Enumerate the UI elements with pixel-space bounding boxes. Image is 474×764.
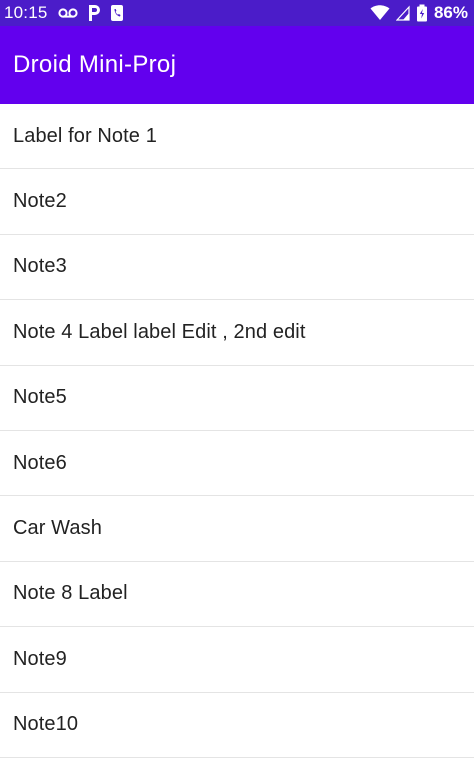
note-item[interactable]: Note10 xyxy=(0,692,474,758)
battery-percent: 86% xyxy=(433,3,468,22)
note-item[interactable]: Note2 xyxy=(0,169,474,235)
note-label: Label for Note 1 xyxy=(13,124,157,147)
note-item[interactable]: Note9 xyxy=(0,627,474,693)
phone-icon xyxy=(110,4,124,22)
note-label: Note3 xyxy=(13,255,67,278)
note-label: Note9 xyxy=(13,647,67,670)
voicemail-icon xyxy=(57,7,78,19)
note-item[interactable]: Note 4 Label label Edit , 2nd edit xyxy=(0,300,474,366)
notification-icons xyxy=(57,4,124,22)
note-label: Note5 xyxy=(13,386,67,409)
app-title: Droid Mini-Proj xyxy=(13,51,177,78)
wifi-icon xyxy=(370,5,390,21)
signal-icon xyxy=(395,5,410,21)
phone-screen: 10:15 86% Droid Mini-Proj Label for Note… xyxy=(0,0,474,764)
note-label: Note 8 Label xyxy=(13,582,128,605)
notes-list: Label for Note 1 Note2 Note3 Note 4 Labe… xyxy=(0,104,474,758)
note-item[interactable]: Note 8 Label xyxy=(0,561,474,628)
system-icons: 86% xyxy=(370,3,468,23)
note-item[interactable]: Note5 xyxy=(0,365,474,431)
battery-icon xyxy=(416,4,428,22)
note-item[interactable]: Note6 xyxy=(0,430,474,497)
note-label: Note6 xyxy=(13,451,67,474)
status-time: 10:15 xyxy=(4,3,48,22)
note-item[interactable]: Car Wash xyxy=(0,496,474,562)
note-item[interactable]: Label for Note 1 xyxy=(0,104,474,170)
note-label: Note2 xyxy=(13,190,67,213)
app-bar: Droid Mini-Proj xyxy=(0,26,474,104)
parking-icon xyxy=(87,4,101,22)
note-label: Car Wash xyxy=(13,517,102,540)
status-bar: 10:15 86% xyxy=(0,0,474,26)
note-item[interactable]: Note3 xyxy=(0,234,474,301)
note-label: Note 4 Label label Edit , 2nd edit xyxy=(13,320,306,343)
note-label: Note10 xyxy=(13,713,79,736)
